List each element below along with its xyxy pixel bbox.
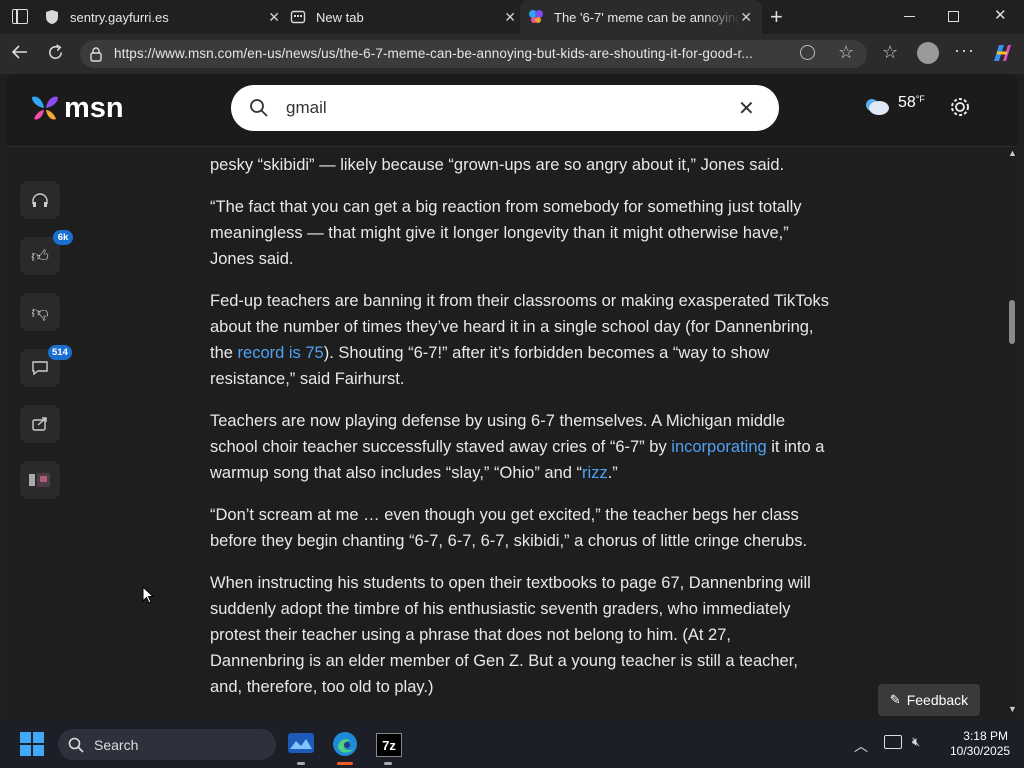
read-aloud-icon[interactable] (800, 45, 815, 60)
record-is-75-link[interactable]: record is 75 (238, 344, 324, 362)
close-tab-icon[interactable]: ✕ (268, 9, 280, 26)
weather-temperature[interactable]: 58°F (866, 94, 925, 112)
msn-page: msn gmail ✕ 58°F 👍︎ 6k 👎︎ 514 pesky “ski… (6, 74, 1018, 718)
new-tab-button[interactable]: + (770, 4, 783, 30)
new-tab-icon (290, 9, 306, 25)
url-text[interactable]: https://www.msn.com/en-us/news/us/the-6-… (114, 46, 753, 61)
article-body: pesky “skibidi” — likely because “grown-… (210, 152, 830, 716)
shield-icon (44, 9, 60, 25)
chevron-up-icon[interactable]: ︿ (854, 736, 868, 756)
tab-title: New tab (316, 9, 364, 25)
article-paragraph: “Don’t scream at me … even though you ge… (210, 506, 808, 550)
share-button[interactable] (20, 405, 60, 443)
article-paragraph: Teachers are now playing defense by usin… (210, 408, 830, 486)
copilot-icon[interactable] (990, 43, 1012, 68)
network-volume-icon[interactable]: 🔇︎ (912, 734, 920, 750)
weather-unit: °F (915, 94, 925, 104)
7zip-app-icon[interactable]: 7z (376, 733, 402, 757)
thumbs-up-icon: 👍︎ (31, 246, 49, 266)
restore-button[interactable] (948, 11, 959, 22)
clock-time: 3:18 PM (963, 729, 1008, 743)
edge-browser-icon[interactable] (332, 731, 358, 762)
search-icon (68, 737, 84, 758)
like-button[interactable]: 👍︎ (20, 237, 60, 275)
publisher-button[interactable] (20, 461, 60, 499)
search-icon (249, 98, 269, 123)
favorite-star-icon[interactable]: ☆ (838, 42, 854, 63)
tab-actions-icon[interactable] (12, 9, 28, 24)
tab-msn-article[interactable]: The '6-7' meme can be annoying ✕ (520, 0, 762, 34)
widgets-app-icon[interactable] (288, 731, 314, 760)
msn-butterfly-icon (32, 96, 58, 119)
article-paragraph: “The fact that you can get a big reactio… (210, 198, 802, 268)
msn-logo-text: msn (64, 92, 124, 124)
weather-temp-value: 58 (898, 94, 916, 111)
msn-butterfly-icon (528, 9, 544, 25)
profile-avatar[interactable] (917, 42, 939, 64)
tab-sentry[interactable]: sentry.gayfurri.es ✕ (44, 0, 280, 34)
scroll-thumb[interactable] (1009, 300, 1015, 344)
headphones-icon (32, 193, 48, 207)
clear-search-icon[interactable]: ✕ (738, 96, 755, 121)
feedback-button[interactable]: ✎ Feedback (878, 684, 980, 716)
lock-icon[interactable] (89, 46, 103, 67)
refresh-icon[interactable] (46, 43, 65, 67)
taskbar-clock[interactable]: 3:18 PM 10/30/2025 (950, 729, 1011, 759)
search-input[interactable]: gmail (286, 98, 327, 118)
feedback-label: Feedback (906, 692, 969, 708)
windows-start-icon[interactable] (20, 732, 44, 761)
article-paragraph: Fed-up teachers are banning it from thei… (210, 288, 830, 392)
clock-date: 10/30/2025 (950, 744, 1011, 758)
thumbs-down-icon: 👎︎ (31, 302, 49, 322)
taskbar-indicator (384, 762, 392, 765)
display-icon[interactable] (884, 735, 902, 749)
settings-gear-icon[interactable] (949, 96, 971, 123)
scroll-down-arrow[interactable]: ▼ (1008, 704, 1017, 714)
share-icon (32, 417, 47, 431)
taskbar-search-label: Search (94, 737, 139, 753)
msn-header: msn gmail ✕ 58°F (6, 74, 1018, 147)
rizz-link[interactable]: rizz (582, 464, 608, 482)
article-paragraph: When instructing his students to open th… (210, 574, 811, 696)
msn-logo[interactable]: msn (28, 92, 124, 125)
page-scrollbar[interactable]: ▲ ▼ (1006, 146, 1018, 718)
close-tab-icon[interactable]: ✕ (504, 9, 516, 26)
close-window-button[interactable]: ✕ (994, 6, 1007, 24)
back-arrow-icon[interactable] (10, 42, 30, 67)
like-count-badge: 6k (53, 230, 73, 245)
taskbar-active-indicator (337, 762, 353, 765)
minimize-button[interactable] (904, 16, 915, 17)
publisher-logo-icon (29, 473, 50, 487)
favorites-icon[interactable]: ☆ (882, 42, 898, 63)
close-tab-icon[interactable]: ✕ (740, 9, 752, 26)
taskbar-search-box[interactable] (58, 729, 276, 760)
listen-headphones-button[interactable] (20, 181, 60, 219)
incorporating-link[interactable]: incorporating (671, 438, 766, 456)
scroll-up-arrow[interactable]: ▲ (1008, 148, 1017, 158)
tab-strip: sentry.gayfurri.es ✕ New tab ✕ The '6-7'… (0, 0, 1024, 34)
tab-new-tab[interactable]: New tab ✕ (290, 0, 516, 34)
comment-count-badge: 514 (48, 345, 72, 360)
more-menu-icon[interactable]: ··· (954, 40, 975, 61)
tab-title: The '6-7' meme can be annoying (554, 9, 741, 25)
comment-icon (32, 361, 48, 376)
article-paragraph: pesky “skibidi” — likely because “grown-… (210, 156, 785, 174)
feedback-icon: ✎ (889, 692, 901, 707)
search-box[interactable]: gmail ✕ (231, 85, 779, 131)
text-segment: .” (607, 464, 618, 482)
mouse-cursor (142, 585, 155, 609)
taskbar-indicator (297, 762, 305, 765)
dislike-button[interactable]: 👎︎ (20, 293, 60, 331)
tab-title: sentry.gayfurri.es (70, 9, 169, 25)
